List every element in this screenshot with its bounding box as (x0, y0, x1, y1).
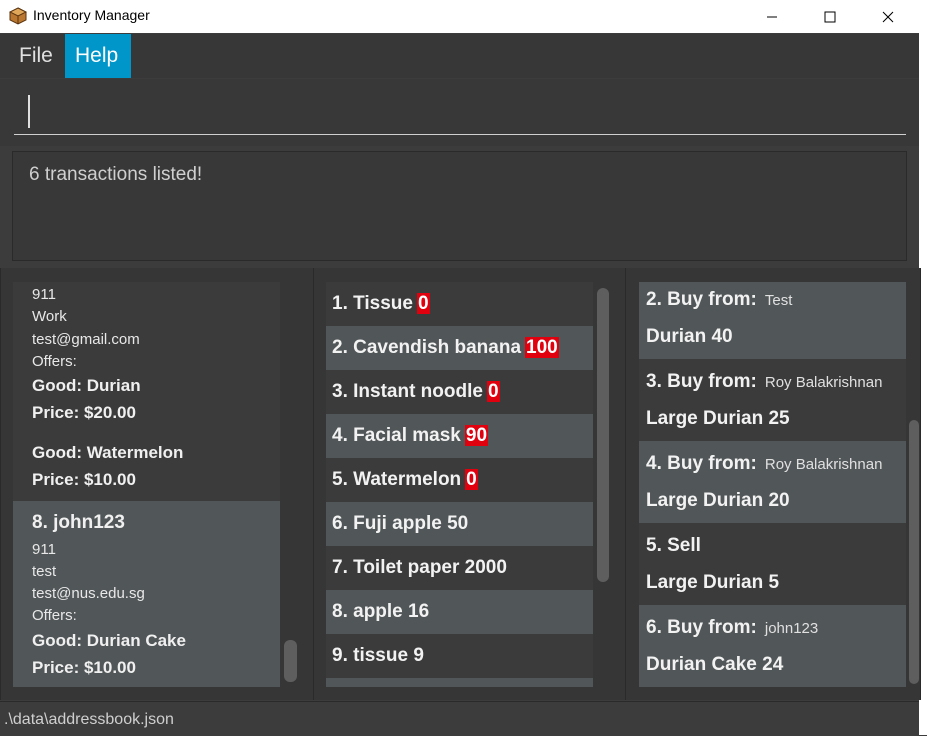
goods-qty-alert: 0 (465, 469, 478, 490)
person-phone: 911 (32, 286, 56, 303)
transaction-type: 5. Sell (646, 535, 701, 556)
person-address: test (32, 563, 57, 580)
transaction-detail: Durian 40 (646, 326, 733, 347)
transaction-type: 4. Buy from: (646, 453, 757, 474)
text-caret (28, 95, 30, 128)
goods-label: 1. Tissue (332, 293, 413, 314)
goods-label: 4. Facial mask (332, 425, 461, 446)
offer-price: Price: $20.00 (32, 403, 136, 422)
person-email: test@gmail.com (32, 331, 140, 348)
goods-qty-alert: 100 (525, 337, 559, 358)
person-offers-label: Offers: (32, 607, 77, 624)
transaction-header: 3. Buy from: Roy Balakrishnan (646, 371, 882, 393)
goods-row[interactable] (326, 678, 593, 687)
goods-list-scrollbar[interactable] (597, 288, 609, 582)
goods-row[interactable]: 3. Instant noodle 0 (326, 370, 593, 414)
offer-price: Price: $10.00 (32, 470, 136, 489)
transaction-header: 5. Sell (646, 535, 709, 557)
transaction-detail: Large Durian 20 (646, 490, 790, 511)
maximize-icon (824, 11, 836, 22)
result-message: 6 transactions listed! (29, 164, 203, 185)
menu-bar (0, 34, 919, 78)
transaction-type: 3. Buy from: (646, 371, 757, 392)
person-address: Work (32, 308, 67, 325)
transaction-detail: Large Durian 25 (646, 408, 790, 429)
transaction-list-scrollbar[interactable] (909, 420, 919, 684)
goods-qty-alert: 0 (486, 381, 500, 402)
transaction-party: Test (764, 292, 793, 309)
person-offers-label: Offers: (32, 353, 77, 370)
transaction-header: 4. Buy from: Roy Balakrishnan (646, 453, 882, 475)
menu-help[interactable]: Help (65, 34, 131, 78)
goods-label: 8. apple 16 (332, 601, 430, 622)
transaction-header: 6. Buy from: john123 (646, 617, 818, 639)
offer-good: Good: Watermelon (32, 443, 184, 462)
goods-qty-alert: 0 (416, 293, 430, 314)
close-icon (882, 11, 894, 22)
person-name: 8. john123 (32, 512, 125, 533)
goods-qty-alert: 90 (464, 425, 489, 446)
goods-label: 7. Toilet paper 2000 (332, 557, 507, 578)
goods-row[interactable]: 1. Tissue 0 (326, 282, 593, 326)
command-input-underline (14, 134, 906, 135)
offer-good: Good: Durian Cake (32, 631, 186, 650)
maximize-button[interactable] (801, 0, 859, 33)
goods-row[interactable]: 2. Cavendish banana 100 (326, 326, 593, 370)
offer-price: Price: $10.00 (32, 658, 136, 677)
goods-row[interactable]: 4. Facial mask 90 (326, 414, 593, 458)
person-email: test@nus.edu.sg (32, 585, 145, 602)
app-box-icon (8, 7, 28, 25)
minimize-button[interactable] (743, 0, 801, 33)
transaction-party: Roy Balakrishnan (764, 374, 883, 391)
minimize-icon (767, 16, 777, 17)
goods-row[interactable]: 6. Fuji apple 50 (326, 502, 593, 546)
menu-file[interactable]: File (9, 34, 63, 78)
goods-label: 6. Fuji apple 50 (332, 513, 469, 534)
goods-label: 5. Watermelon (332, 469, 462, 490)
person-list-scrollbar[interactable] (284, 640, 297, 682)
goods-row[interactable]: 7. Toilet paper 2000 (326, 546, 593, 590)
offer-good: Good: Durian (32, 376, 141, 395)
close-button[interactable] (859, 0, 917, 33)
goods-label: 2. Cavendish banana (332, 337, 522, 358)
goods-label: 9. tissue 9 (332, 645, 424, 666)
transaction-detail: Large Durian 5 (646, 572, 780, 593)
transaction-party: Roy Balakrishnan (764, 456, 883, 473)
goods-row[interactable]: 8. apple 16 (326, 590, 593, 634)
transaction-party: john123 (764, 620, 819, 637)
goods-label: 3. Instant noodle (332, 381, 483, 402)
goods-row[interactable]: 9. tissue 9 (326, 634, 593, 678)
transaction-type: 6. Buy from: (646, 617, 757, 638)
goods-row[interactable]: 5. Watermelon 0 (326, 458, 593, 502)
status-file-path: .\data\addressbook.json (4, 711, 174, 728)
window-title: Inventory Manager (33, 7, 150, 23)
transaction-detail: Durian Cake 24 (646, 654, 784, 675)
command-box[interactable] (0, 79, 919, 146)
transaction-header: 2. Buy from: Test (646, 289, 792, 311)
transaction-type: 2. Buy from: (646, 289, 757, 310)
person-phone: 911 (32, 541, 56, 558)
